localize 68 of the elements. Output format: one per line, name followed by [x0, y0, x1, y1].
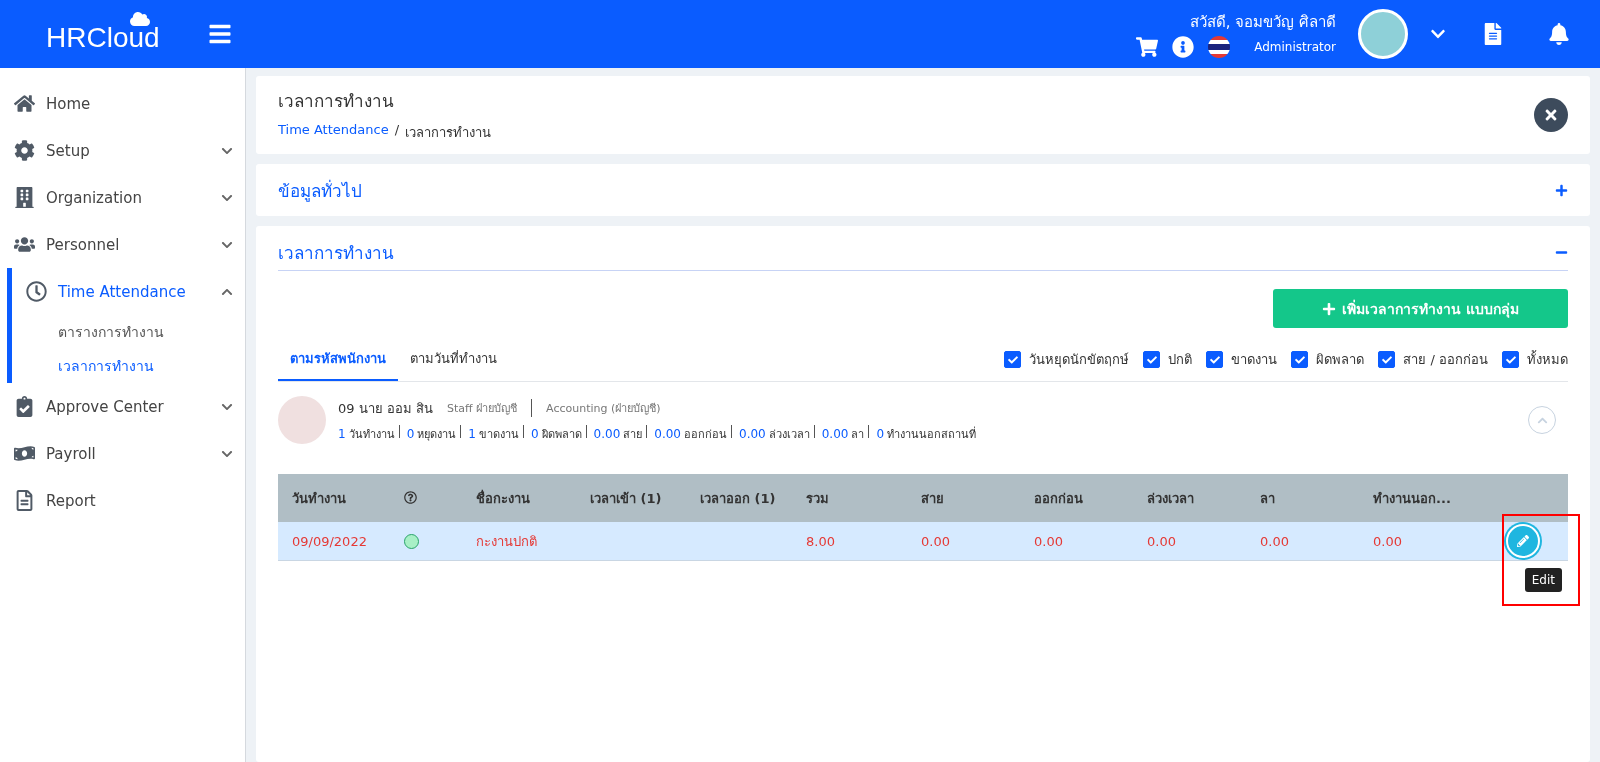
sidebar-item[interactable]: Home	[0, 80, 245, 127]
stat-value: 1	[468, 426, 476, 441]
sidebar-item[interactable]: Approve Center	[0, 383, 245, 430]
table-cell-text: 0.00	[1260, 533, 1290, 549]
column-header: สาย	[921, 489, 945, 508]
logo[interactable]: HRCloud	[46, 23, 160, 53]
sidebar-item[interactable]: Report	[0, 477, 245, 524]
column-header: ทำงานนอก...	[1373, 489, 1452, 508]
tab[interactable]: ตามรหัสพนักงาน	[278, 338, 398, 381]
greeting-text: สวัสดี, จอมขวัญ ศิลาดี	[1189, 12, 1336, 33]
stat-value: 0	[876, 426, 885, 441]
table-cell-text: 8.00	[806, 533, 836, 549]
stat-value: 0.00	[654, 426, 681, 441]
stat-label: ผิดพลาด	[541, 426, 582, 443]
column-header: ลา	[1260, 489, 1276, 508]
sidebar-item[interactable]: Time Attendance	[12, 268, 245, 315]
tab[interactable]: ตามวันที่ทำงาน	[398, 338, 509, 381]
page-title: เวลาการทำงาน	[278, 90, 395, 113]
employee-name: 09 นาย ออม สิน	[338, 399, 433, 418]
submenu-item[interactable]: เวลาการทำงาน	[12, 349, 245, 383]
stat-label: ขาดงาน	[478, 426, 519, 443]
tooltip: Edit	[1524, 568, 1562, 592]
column-header: ชื่อกะงาน	[476, 488, 531, 508]
table-cell-text: 0.00	[1147, 533, 1177, 549]
employee-department: Accounting (ฝ่ายบัญชี)	[531, 399, 661, 417]
sidebar-item[interactable]: Payroll	[0, 430, 245, 477]
stat-label: ออกก่อน	[684, 426, 727, 443]
checkbox-label: สาย / ออกก่อน	[1403, 351, 1488, 369]
sidebar-item[interactable]: Setup	[0, 127, 245, 174]
checkbox-label: ปกติ	[1168, 351, 1193, 369]
table-cell-text: กะงานปกติ	[476, 532, 538, 551]
checkbox-label: ผิดพลาด	[1316, 351, 1365, 369]
stat-label: ล่วงเวลา	[768, 426, 810, 443]
table-cell-text: 0.00	[1034, 533, 1064, 549]
sidebar-item[interactable]: Organization	[0, 174, 245, 221]
column-header: เวลาออก (1)	[700, 489, 777, 508]
breadcrumb-link[interactable]: Time Attendance	[278, 122, 389, 143]
column-header: รวม	[806, 489, 830, 508]
stat-label: สาย	[623, 426, 643, 443]
stat-value: 0	[530, 426, 539, 441]
sidebar-item[interactable]: Personnel	[0, 221, 245, 268]
column-header: ออกก่อน	[1034, 489, 1084, 508]
role-text: Administrator	[1254, 40, 1336, 54]
breadcrumb-link[interactable]: เวลาการทำงาน	[405, 122, 492, 143]
checkbox-label: ขาดงาน	[1231, 351, 1278, 369]
stat-value: 0.00	[821, 426, 849, 441]
stat-value: 0.00	[593, 426, 621, 441]
submenu-item[interactable]: ตารางการทำงาน	[12, 315, 245, 349]
checkbox-label: ทั้งหมด	[1527, 349, 1568, 369]
section-title: ข้อมูลทั่วไป	[278, 178, 362, 204]
table-row[interactable]: 09/09/2022 กะงานปกติ 8.00 0.00 0.00 0.00 0.00 0.00	[278, 522, 1568, 561]
checkbox-label: วันหยุดนักขัตฤกษ์	[1029, 351, 1130, 370]
table-cell-text: 09/09/2022	[292, 533, 368, 549]
stat-label: หยุดงาน	[417, 426, 457, 443]
employee-position: Staff ฝ่ายบัญชี	[446, 401, 518, 417]
stat-label: วันทำงาน	[348, 426, 395, 443]
column-header: ล่วงเวลา	[1147, 489, 1195, 508]
stat-value: 0.00	[739, 426, 766, 441]
table-cell-text: 0.00	[1373, 533, 1403, 549]
stat-label: ทำงานนอกสถานที่	[887, 425, 977, 443]
breadcrumb-separator: /	[394, 122, 400, 139]
table-cell-text: 0.00	[921, 533, 951, 549]
stat-value: 1	[338, 426, 346, 441]
stat-value: 0	[406, 426, 415, 441]
stat-label: ลา	[851, 426, 865, 443]
column-header: เวลาเข้า (1)	[590, 489, 663, 508]
column-header: วันทำงาน	[292, 489, 347, 508]
section-title: เวลาการทำงาน	[278, 241, 394, 265]
